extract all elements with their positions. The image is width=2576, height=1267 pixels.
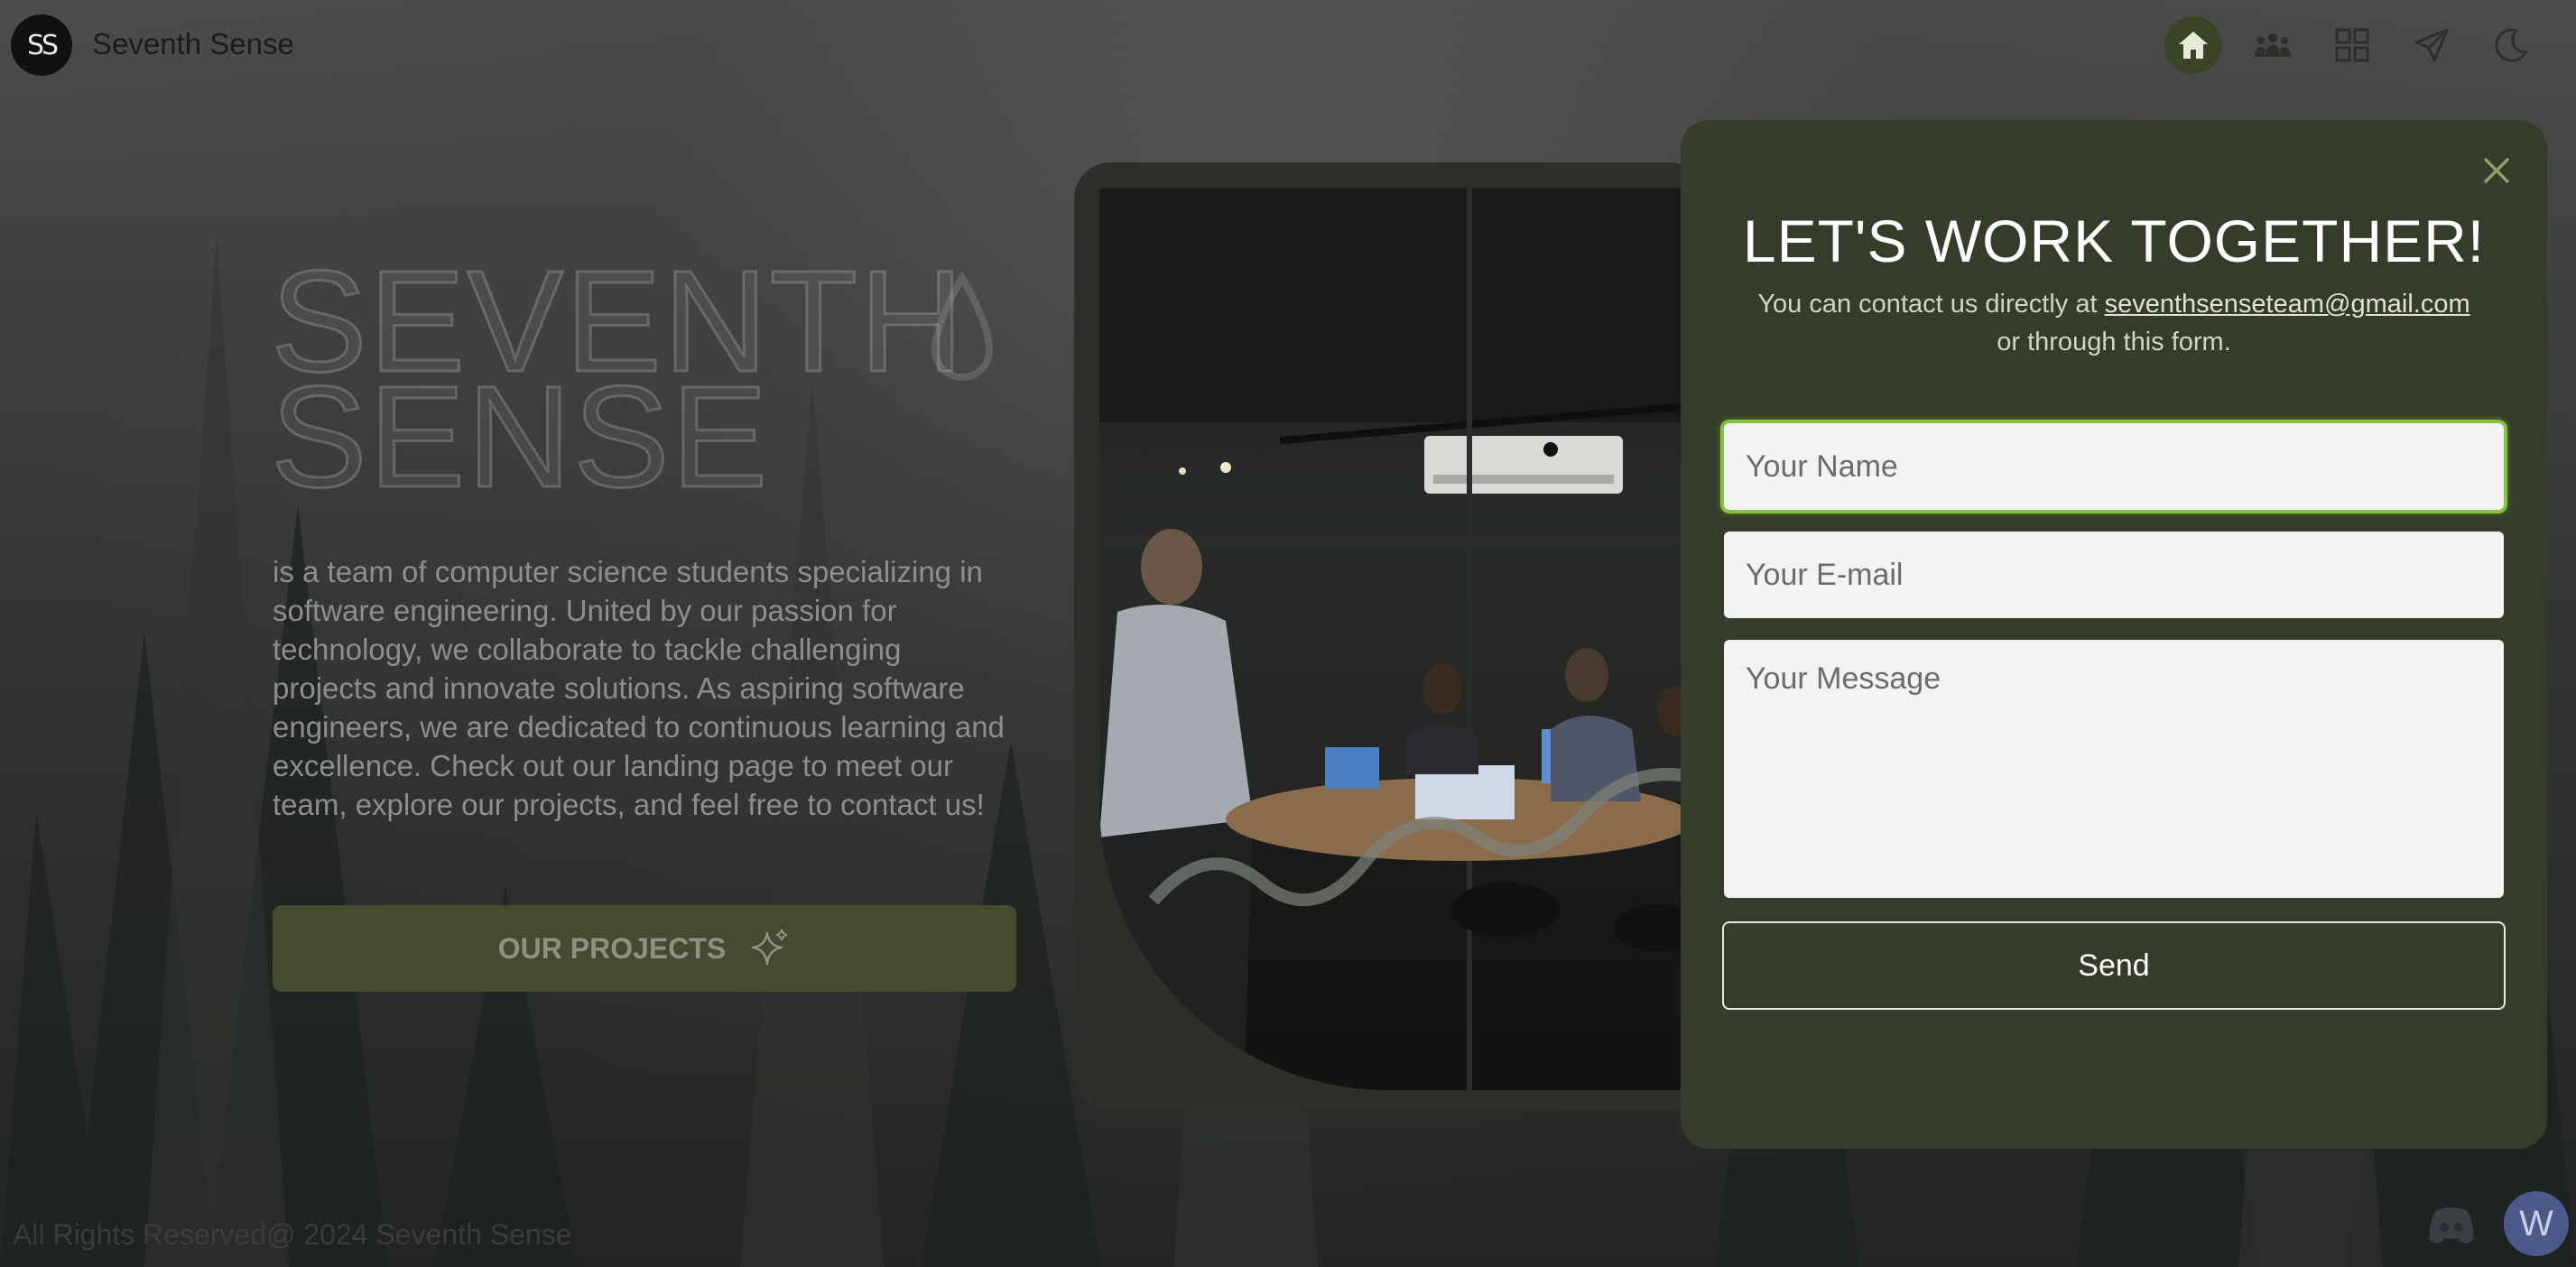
nav-projects[interactable] — [2323, 16, 2381, 74]
moon-icon — [2495, 28, 2528, 62]
footer-copyright: All Rights Reserved@ 2024 Seventh Sense — [13, 1218, 572, 1251]
nav-contact[interactable] — [2403, 16, 2460, 74]
modal-subtitle-after: or through this form. — [1997, 328, 2231, 356]
our-projects-button[interactable]: OUR PROJECTS — [273, 905, 1016, 992]
team-icon — [2255, 33, 2291, 57]
nav-theme-toggle[interactable] — [2482, 16, 2540, 74]
close-icon — [2484, 158, 2509, 183]
team-meeting-photo — [1099, 188, 1713, 1090]
send-button[interactable]: Send — [1722, 921, 2506, 1010]
email-input[interactable] — [1724, 532, 2504, 618]
logo[interactable]: SS — [11, 14, 72, 76]
home-icon — [2179, 32, 2208, 59]
top-bar: SS Seventh Sense — [0, 0, 2576, 90]
name-input[interactable] — [1724, 423, 2504, 510]
nav-home[interactable] — [2164, 16, 2222, 74]
discord-icon[interactable] — [2426, 1206, 2477, 1245]
close-modal-button[interactable] — [2479, 153, 2515, 189]
brand-name: Seventh Sense — [92, 27, 294, 60]
send-icon — [2414, 28, 2449, 62]
grid-icon — [2335, 28, 2369, 62]
modal-subtitle-before: You can contact us directly at — [1757, 290, 2098, 319]
modal-subtitle: You can contact us directly at seventhse… — [1735, 285, 2493, 361]
contact-email-link[interactable]: seventhsenseteam@gmail.com — [2105, 290, 2470, 319]
nav-team[interactable] — [2244, 16, 2302, 74]
our-projects-label: OUR PROJECTS — [497, 931, 727, 965]
drop-icon — [931, 271, 994, 381]
hero-description: is a team of computer science students s… — [273, 555, 1005, 821]
meeting-scene — [1099, 188, 1713, 1090]
sparkle-icon — [751, 929, 788, 966]
message-input[interactable] — [1724, 640, 2504, 898]
w-badge[interactable]: W — [2504, 1191, 2569, 1256]
hero-title: SEVENTH SENSE — [270, 247, 1011, 510]
modal-title: LET'S WORK TOGETHER! — [1742, 208, 2486, 274]
contact-modal: LET'S WORK TOGETHER! You can contact us … — [1681, 120, 2547, 1149]
